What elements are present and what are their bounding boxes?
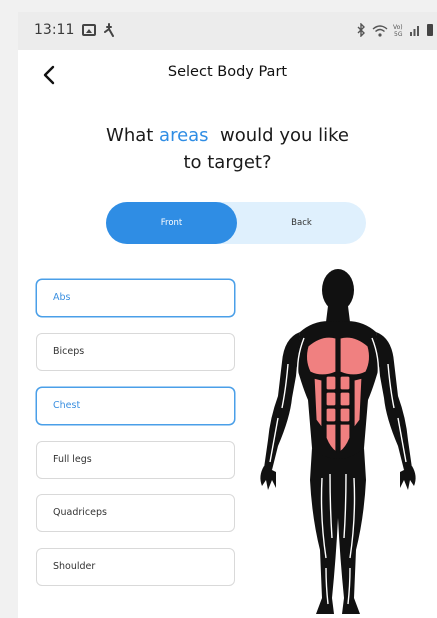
question-suffix: would you like xyxy=(208,125,349,146)
question-line-1: What areas would you like xyxy=(18,122,437,149)
app-header: Select Body Part xyxy=(18,56,437,96)
body-part-option[interactable]: Abs xyxy=(36,279,235,317)
bluetooth-icon xyxy=(357,23,365,37)
body-part-option[interactable]: Biceps xyxy=(36,333,235,371)
view-toggle: Front Back xyxy=(106,202,366,244)
signal-icon xyxy=(410,26,419,36)
body-front-icon xyxy=(260,269,416,614)
activity-icon xyxy=(104,23,114,37)
body-part-option[interactable]: Shoulder xyxy=(36,548,235,586)
volte-icon: Vo) 5G xyxy=(393,24,403,37)
page-title: Select Body Part xyxy=(167,64,288,80)
svg-text:5G: 5G xyxy=(394,31,403,37)
toggle-front[interactable]: Front xyxy=(106,202,237,244)
svg-text:Vo): Vo) xyxy=(393,24,403,31)
question-prefix: What xyxy=(106,125,160,146)
body-part-option[interactable]: Full legs xyxy=(36,441,235,479)
question-line-2: to target? xyxy=(183,152,272,173)
battery-icon xyxy=(427,24,433,36)
body-part-option[interactable]: Quadriceps xyxy=(36,494,235,532)
status-bar: 13:11 Vo) 5G xyxy=(18,12,437,50)
question-highlight: areas xyxy=(159,125,209,146)
toggle-back[interactable]: Back xyxy=(237,202,366,244)
body-part-option[interactable]: Chest xyxy=(36,387,235,425)
gallery-icon xyxy=(82,24,96,36)
target-question: What areas would you like to target? xyxy=(18,122,437,176)
wifi-icon xyxy=(372,24,388,37)
status-time: 13:11 xyxy=(34,22,75,38)
app-screen: 13:11 Vo) 5G Select Body Part What areas… xyxy=(18,12,437,618)
